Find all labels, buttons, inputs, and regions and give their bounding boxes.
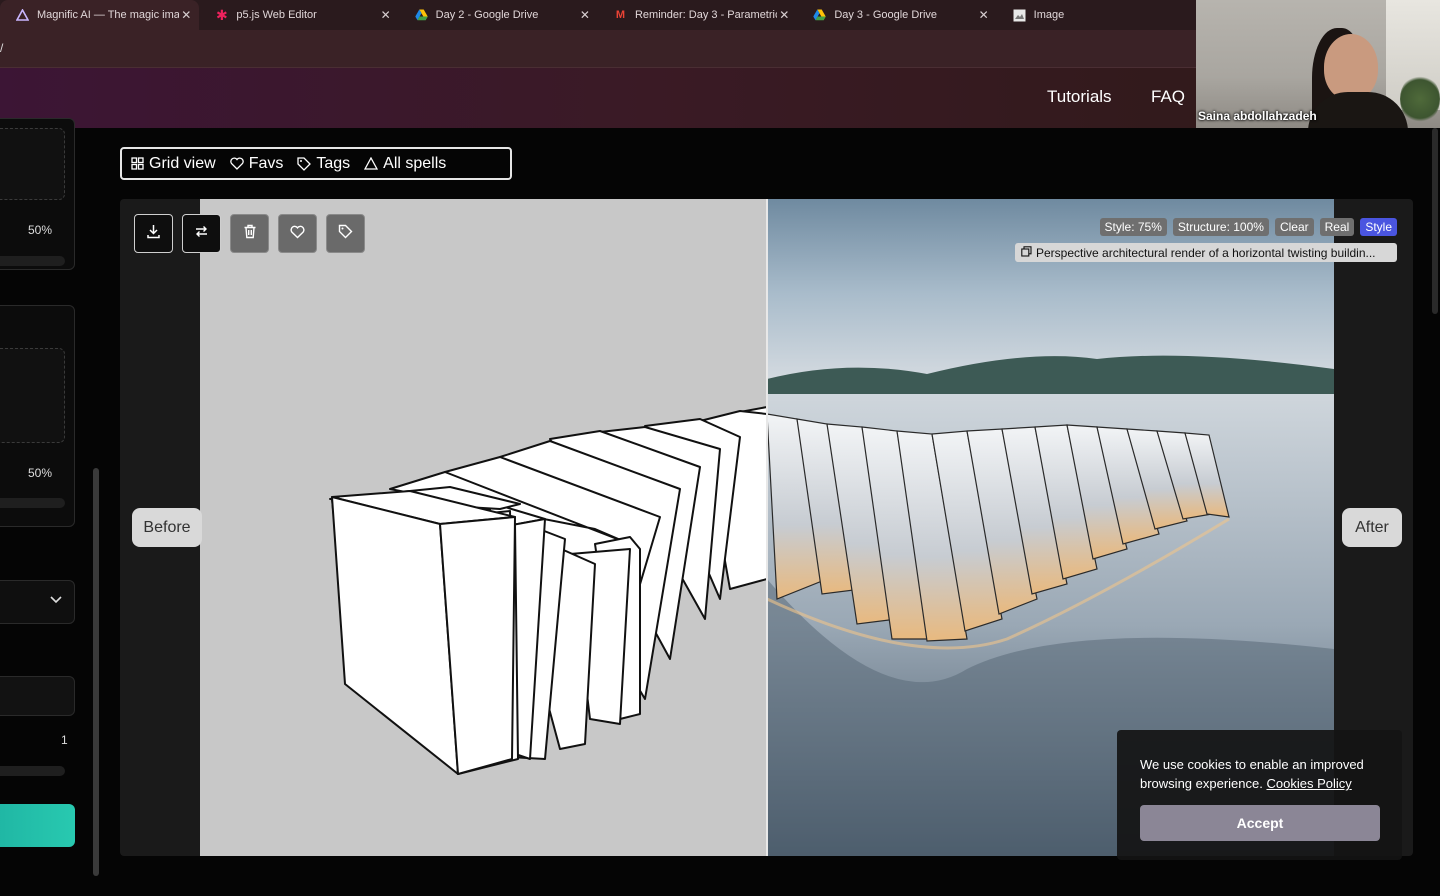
all-spells-label: All spells: [383, 154, 447, 172]
tag-button[interactable]: [326, 214, 365, 253]
url-text: /: [0, 41, 4, 55]
sketch-illustration: [329, 406, 768, 775]
page-scrollbar[interactable]: [1432, 128, 1438, 314]
participant-name: Saina abdollahzadeh: [1198, 109, 1317, 123]
tag-icon: [297, 156, 312, 171]
delete-button[interactable]: [230, 214, 269, 253]
tab-label: Image: [1033, 9, 1065, 21]
style-mode-chip: Style: [1360, 218, 1397, 236]
copy-icon[interactable]: [1021, 245, 1032, 260]
before-image: [200, 199, 768, 856]
swap-icon: [194, 224, 209, 243]
tab-p5js[interactable]: ✱ p5.js Web Editor ✕: [199, 0, 398, 30]
cookie-message: We use cookies to enable an improved bro…: [1140, 755, 1385, 793]
swap-button[interactable]: [182, 214, 221, 253]
google-drive-icon: [414, 9, 428, 22]
cookies-policy-link[interactable]: Cookies Policy: [1266, 776, 1351, 791]
chevron-down-icon: [50, 593, 62, 607]
google-drive-icon: [813, 9, 827, 22]
webcam-person-face: [1324, 34, 1378, 100]
slider-value: 50%: [28, 223, 53, 237]
close-icon[interactable]: ✕: [580, 8, 590, 22]
image-dropzone[interactable]: [0, 128, 65, 200]
image-icon: [1013, 9, 1026, 22]
prompt-text-box[interactable]: Perspective architectural render of a ho…: [1015, 243, 1397, 262]
download-icon: [146, 224, 161, 243]
before-label[interactable]: Before: [132, 508, 202, 547]
view-toolbar: Grid view Favs Tags All spells: [120, 147, 512, 180]
image-dropzone[interactable]: [0, 348, 65, 443]
tab-drive-day3[interactable]: Day 3 - Google Drive ✕: [797, 0, 996, 30]
tags-label: Tags: [316, 154, 351, 172]
text-input[interactable]: [0, 676, 75, 716]
grid-icon: [130, 157, 144, 170]
all-spells-button[interactable]: All spells: [364, 155, 446, 173]
clear-chip: Clear: [1274, 218, 1314, 236]
close-icon[interactable]: ✕: [181, 8, 191, 22]
tab-magnific[interactable]: Magnific AI — The magic image upscaler ✕: [0, 0, 200, 30]
slider-value: 50%: [28, 466, 53, 480]
after-label[interactable]: After: [1342, 508, 1402, 547]
count-value: 1: [61, 733, 68, 747]
nav-tutorials[interactable]: Tutorials: [1047, 87, 1112, 107]
trash-icon: [243, 224, 257, 243]
slider-track[interactable]: [0, 766, 65, 776]
structure-chip: Structure: 100%: [1172, 218, 1269, 236]
dropdown-select[interactable]: [0, 580, 75, 624]
generate-button[interactable]: [0, 804, 75, 847]
p5js-icon: ✱: [215, 6, 228, 23]
download-button[interactable]: [134, 214, 173, 253]
triangle-icon: [364, 157, 379, 170]
prompt-text: Perspective architectural render of a ho…: [1036, 245, 1376, 260]
style-chip: Style: 75%: [1099, 218, 1167, 236]
cookie-banner: We use cookies to enable an improved bro…: [1117, 730, 1402, 860]
slider-track[interactable]: [0, 256, 65, 266]
tab-gmail[interactable]: M Reminder: Day 3 - Parametric Design ✕: [598, 0, 797, 30]
panel-scrollbar[interactable]: [93, 468, 99, 876]
tab-label: Reminder: Day 3 - Parametric Design: [634, 9, 777, 21]
heart-icon: [229, 157, 244, 170]
magnific-icon: [16, 9, 29, 22]
tag-icon: [338, 224, 353, 243]
gmail-icon: M: [615, 9, 626, 21]
close-icon[interactable]: ✕: [779, 8, 789, 22]
favorite-button[interactable]: [278, 214, 317, 253]
screen: Magnific AI — The magic image upscaler ✕…: [0, 0, 1440, 896]
slider-track[interactable]: [0, 498, 65, 508]
real-chip: Real: [1319, 218, 1355, 236]
compare-divider-handle[interactable]: [766, 199, 768, 856]
grid-view-label: Grid view: [149, 154, 216, 172]
tab-drive-day2[interactable]: Day 2 - Google Drive ✕: [399, 0, 598, 30]
close-icon[interactable]: ✕: [979, 8, 989, 22]
favs-label: Favs: [248, 154, 284, 172]
heart-icon: [290, 225, 305, 243]
webcam-plant: [1400, 74, 1440, 124]
nav-faq[interactable]: FAQ: [1151, 87, 1185, 107]
close-icon[interactable]: ✕: [381, 8, 391, 22]
tags-button[interactable]: Tags: [297, 155, 350, 173]
tab-label: Day 3 - Google Drive: [834, 9, 938, 21]
tab-image[interactable]: Image: [997, 0, 1196, 30]
browser-tab-bar: Magnific AI — The magic image upscaler ✕…: [0, 0, 1196, 30]
favs-button[interactable]: Favs: [229, 154, 284, 173]
tab-label: p5.js Web Editor: [236, 9, 317, 21]
tab-label: Day 2 - Google Drive: [435, 9, 539, 21]
settings-panel: 50% 50% 1: [0, 118, 100, 896]
tab-label: Magnific AI — The magic image upscaler: [37, 9, 179, 21]
settings-chips: Style: 75% Structure: 100% Clear Real St…: [1099, 218, 1397, 236]
grid-view-button[interactable]: Grid view: [130, 155, 216, 173]
webcam-overlay: Saina abdollahzadeh: [1196, 0, 1440, 128]
address-bar[interactable]: /: [0, 30, 1196, 68]
accept-cookies-button[interactable]: Accept: [1140, 805, 1380, 841]
